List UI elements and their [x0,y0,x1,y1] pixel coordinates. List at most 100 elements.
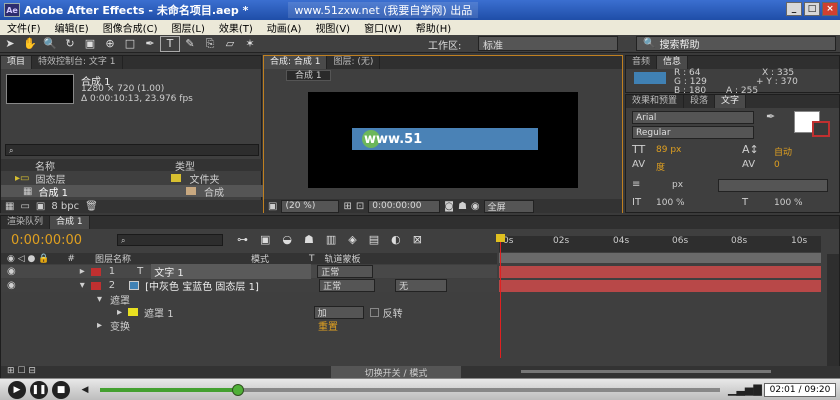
font-style-select[interactable]: Regular [632,126,754,139]
safe-zones-icon[interactable]: ⊡ [356,201,364,212]
invert-checkbox[interactable] [369,307,379,317]
layer-duration-bar[interactable] [499,266,821,278]
stroke-type-select[interactable] [718,179,828,192]
delete-icon[interactable]: 🗑 [85,201,98,212]
text-layer-box[interactable]: www.51 [352,128,538,150]
stroke-color-swatch[interactable] [812,121,830,137]
zoom-select[interactable]: (20 %) [281,199,340,213]
layer-mode-select[interactable]: 正常 [317,265,374,278]
tab-effect-controls[interactable]: 特效控制台: 文字 1 [32,56,123,69]
tab-audio[interactable]: 音频 [626,56,658,69]
volume-level-icon[interactable]: ▁▃▅▇ [728,383,762,396]
camera-tool-icon[interactable]: ▣ [80,36,100,52]
search-help-field[interactable]: 🔍 搜索帮助 [636,36,836,51]
brush-tool-icon[interactable]: ✎ [180,36,200,52]
minimize-button[interactable]: _ [786,2,802,16]
mask-name[interactable]: 遮罩 1 [144,305,174,320]
list-item[interactable]: ▸▭ 固态层 文件夹 [1,172,263,186]
expand-arrow-icon[interactable]: ▸ [80,266,85,277]
zoom-slider[interactable] [521,370,771,373]
eraser-tool-icon[interactable]: ▱ [220,36,240,52]
expand-arrow-icon[interactable]: ▾ [80,280,85,291]
stroke-unit[interactable]: px [672,180,683,190]
timeline-search-input[interactable]: ⌕ [117,234,223,246]
table-row[interactable]: ◉ ▾ 2 [中灰色 宝蓝色 固态层 1] 正常 无 [1,278,497,293]
menu-effect[interactable]: 效果(T) [212,20,260,35]
clone-tool-icon[interactable]: ⎘ [200,36,220,52]
show-snapshot-icon[interactable]: ☗ [458,201,467,212]
eyedropper-icon[interactable]: ✒ [766,110,775,123]
tab-composition[interactable]: 合成: 合成 1 [264,56,328,69]
table-row[interactable]: ◉ ▸ 1 T 文字 1 正常 [1,264,497,279]
menu-window[interactable]: 窗口(W) [357,20,409,35]
resolution-select[interactable]: 全屏 [483,199,534,213]
menu-layer[interactable]: 图层(L) [164,20,211,35]
work-area-bar[interactable] [499,253,821,263]
layer-duration-bar[interactable] [499,280,821,292]
composition-mini-flowchart-icon[interactable]: ⊶ [237,233,248,246]
bpc-label[interactable]: 8 bpc [51,201,79,212]
new-folder-icon[interactable]: ▭ [20,201,29,212]
transform-reset-link[interactable]: 重置 [318,318,338,333]
menu-view[interactable]: 视图(V) [308,20,357,35]
draft-3d-icon[interactable]: ◒ [282,233,292,246]
playhead-handle-icon[interactable] [496,234,505,242]
current-time-indicator[interactable] [500,238,501,358]
interpret-footage-icon[interactable]: ▦ [5,201,14,212]
expand-pane-icon[interactable]: ⊞ ☐ ⊟ [7,366,36,376]
frame-blending-icon[interactable]: ▥ [326,233,336,246]
pause-button[interactable]: ❚❚ [30,381,48,399]
workspace-select[interactable]: 标准 [478,36,618,52]
motion-blur-icon[interactable]: ◈ [348,233,356,246]
menu-file[interactable]: 文件(F) [0,20,48,35]
pan-behind-tool-icon[interactable]: ⊕ [100,36,120,52]
play-button[interactable]: ▶ [8,381,26,399]
vertical-scale-value[interactable]: 100 % [656,198,685,208]
close-button[interactable]: × [822,2,838,16]
hand-tool-icon[interactable]: ✋ [20,36,40,52]
comp-timecode[interactable]: 0:00:00:00 [368,199,441,213]
comp-breadcrumb[interactable]: 合成 1 [286,70,331,81]
leading-value[interactable]: 自动 [774,145,792,158]
stop-button[interactable]: ■ [52,381,70,399]
menu-help[interactable]: 帮助(H) [409,20,458,35]
horizontal-scale-value[interactable]: 100 % [774,198,803,208]
visibility-icon[interactable]: ◉ [7,266,16,277]
menu-animation[interactable]: 动画(A) [260,20,309,35]
tracking-value[interactable]: 0 [774,160,780,170]
brainstorm-icon[interactable]: ▤ [369,233,379,246]
expand-arrow-icon[interactable]: ▸ [117,307,122,318]
layer-name[interactable]: 文字 1 [151,264,312,279]
zoom-tool-icon[interactable]: 🔍 [40,36,60,52]
layer-name[interactable]: [中灰色 宝蓝色 固态层 1] [145,278,313,293]
always-preview-icon[interactable]: ▣ [268,201,277,212]
expand-arrow-icon[interactable]: ▾ [97,294,102,305]
tab-layer[interactable]: 图层: (无) [327,56,381,69]
font-family-select[interactable]: Arial [632,111,754,124]
rectangle-tool-icon[interactable]: □ [120,36,140,52]
tab-paragraph[interactable]: 段落 [684,95,716,108]
live-update-icon[interactable]: ▣ [260,233,270,246]
channels-icon[interactable]: ◉ [471,201,480,212]
auto-keyframe-icon[interactable]: ⊠ [413,233,422,246]
volume-icon[interactable]: ◀ [76,381,94,399]
tab-render-queue[interactable]: 渲染队列 [1,216,51,229]
selection-tool-icon[interactable]: ➤ [0,36,20,52]
tab-effects-presets[interactable]: 效果和预置 [626,95,685,108]
menu-edit[interactable]: 编辑(E) [48,20,96,35]
snapshot-icon[interactable]: ◙ [444,201,454,212]
menu-composition[interactable]: 图像合成(C) [96,20,165,35]
font-size-value[interactable]: 89 px [656,145,681,155]
text-tool-icon[interactable]: T [160,35,180,52]
label-color-swatch[interactable] [90,267,101,276]
pen-tool-icon[interactable]: ✒ [140,36,160,52]
project-search-input[interactable]: ⌕ [5,144,259,156]
hide-shy-icon[interactable]: ☗ [304,233,314,246]
tab-project[interactable]: 项目 [1,56,33,69]
new-comp-icon[interactable]: ▣ [36,201,45,212]
progress-knob-icon[interactable] [232,384,244,396]
maximize-button[interactable]: □ [804,2,820,16]
grid-icon[interactable]: ⊞ [343,201,351,212]
mask-color-swatch[interactable] [128,308,139,316]
list-item[interactable]: ▦ 合成 1 合成 [1,185,263,199]
